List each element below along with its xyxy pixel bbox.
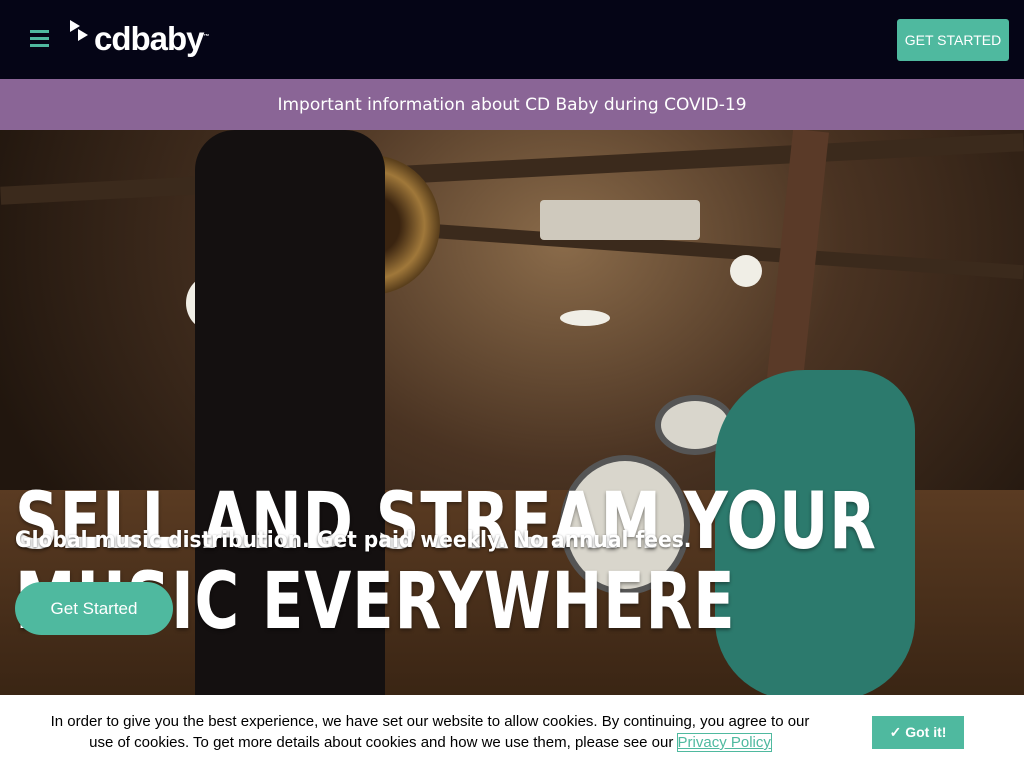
cookie-consent-bar: In order to give you the best experience…: [0, 695, 1024, 768]
got-it-button[interactable]: ✓ Got it!: [872, 716, 964, 749]
covid-banner-link[interactable]: Important information about CD Baby duri…: [0, 79, 1024, 130]
privacy-policy-link[interactable]: Privacy Policy: [676, 733, 772, 752]
hero-subheadline: Global music distribution. Get paid week…: [15, 528, 692, 553]
get-started-button[interactable]: GET STARTED: [897, 19, 1009, 61]
cookie-message: In order to give you the best experience…: [50, 713, 810, 752]
cdbaby-logo[interactable]: cdbaby ™: [70, 20, 210, 58]
play-arrows-icon: [70, 20, 92, 42]
hamburger-menu-icon[interactable]: [30, 30, 49, 48]
hero-get-started-button[interactable]: Get Started: [15, 582, 173, 635]
top-nav: cdbaby ™ GET STARTED: [0, 0, 1024, 79]
